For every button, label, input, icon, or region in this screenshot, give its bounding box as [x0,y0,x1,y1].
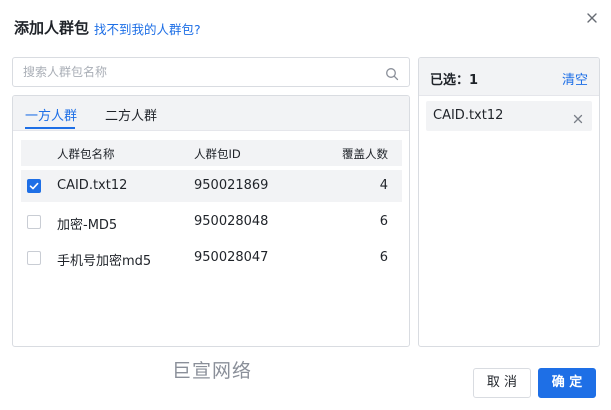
row-name: 加密-MD5 [57,218,118,233]
cancel-button[interactable]: 取 消 [473,368,531,398]
selected-count: 已选：1 [430,73,479,88]
column-header-id: 人群包ID [194,147,241,161]
search-icon[interactable] [385,66,399,81]
help-link[interactable]: 找不到我的人群包? [94,19,201,38]
search-input[interactable] [23,63,373,81]
clear-button[interactable]: 清空 [562,69,588,88]
table-row[interactable]: 手机号加密md5 950028047 6 [21,242,402,274]
remove-icon[interactable] [572,110,584,124]
row-checkbox[interactable] [27,251,41,265]
checkmark-icon [29,182,39,190]
selected-item-label: CAID.txt12 [433,108,504,123]
tab-bar: 一方人群 二方人群 [13,96,409,131]
row-checkbox[interactable] [27,215,41,229]
selected-item: CAID.txt12 [426,101,592,131]
row-id: 950021869 [194,178,269,193]
tab-first-party[interactable]: 一方人群 [25,105,77,124]
row-checkbox[interactable] [27,179,41,193]
search-box [12,57,410,87]
dialog-title: 添加人群包 [14,19,90,37]
column-header-name: 人群包名称 [57,147,115,161]
row-count: 6 [379,214,388,229]
selected-header: 已选：1 清空 [419,58,599,96]
row-id: 950028047 [194,250,269,265]
selected-panel: 已选：1 清空 CAID.txt12 [418,57,600,347]
watermark: 巨宣网络 [172,360,253,382]
close-icon[interactable] [583,9,601,27]
column-header-count: 覆盖人数 [342,147,388,161]
table-header: 人群包名称 人群包ID 覆盖人数 [21,140,402,166]
row-count: 6 [379,250,388,265]
row-count: 4 [379,178,388,193]
row-name: 手机号加密md5 [57,254,152,269]
row-id: 950028048 [194,214,269,229]
audience-list-panel: 一方人群 二方人群 人群包名称 人群包ID 覆盖人数 CAID.txt12 95… [12,95,410,347]
table-row[interactable]: 加密-MD5 950028048 6 [21,206,402,238]
row-name: CAID.txt12 [57,178,128,193]
table-row[interactable]: CAID.txt12 950021869 4 [21,170,402,202]
confirm-button[interactable]: 确 定 [538,368,596,398]
active-tab-indicator [25,127,75,129]
tab-second-party[interactable]: 二方人群 [105,105,157,124]
